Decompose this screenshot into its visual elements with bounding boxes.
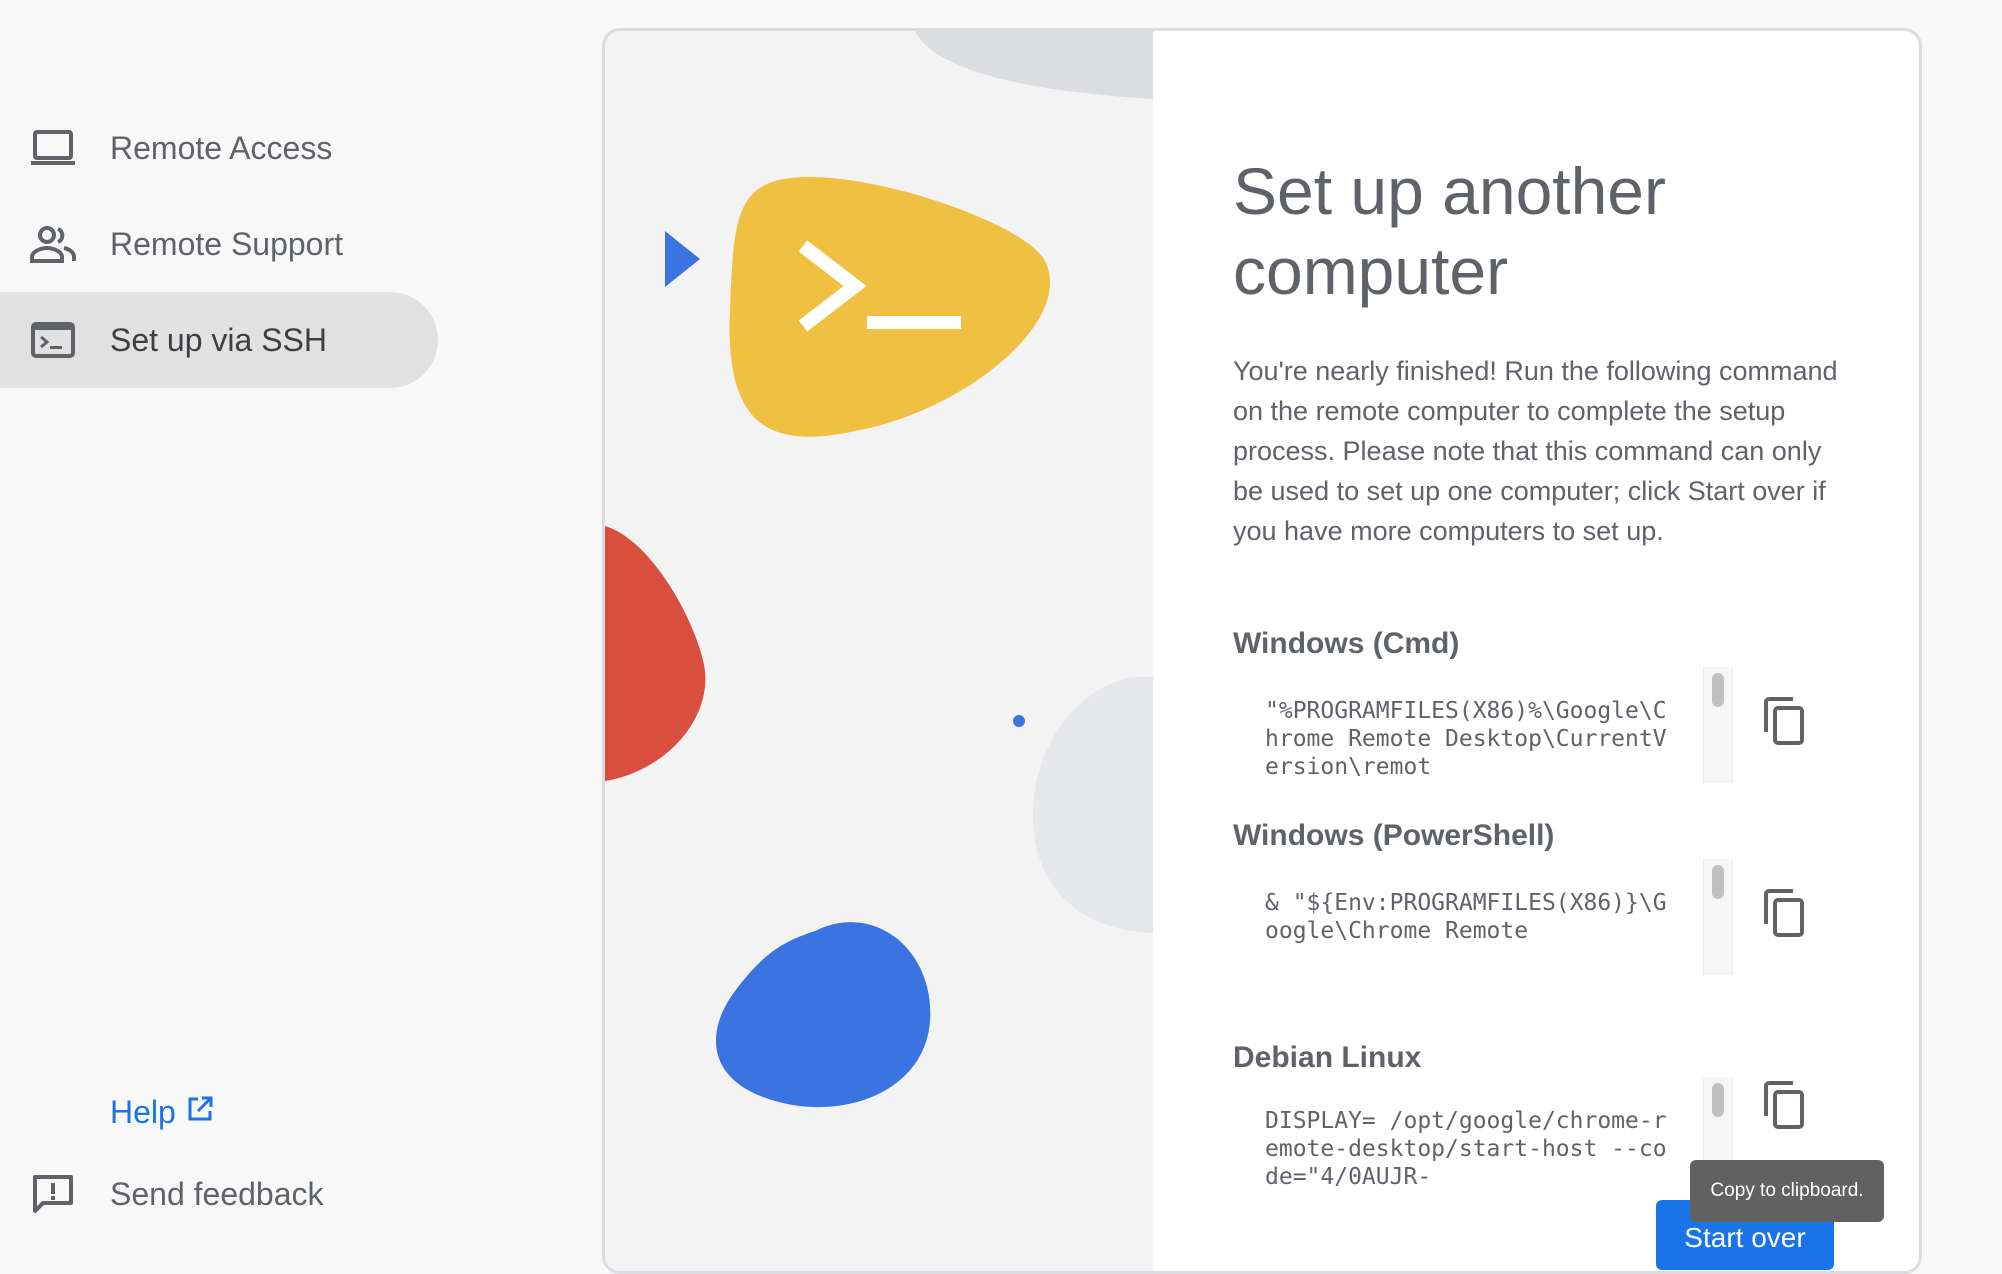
help-label: Help bbox=[110, 1094, 176, 1130]
copy-icon bbox=[1763, 888, 1807, 943]
terminal-icon bbox=[30, 317, 76, 363]
sidebar-item-label: Remote Support bbox=[110, 225, 344, 262]
setup-description: You're nearly finished! Run the followin… bbox=[1233, 356, 1838, 546]
command-box-windows-cmd[interactable]: "%PROGRAMFILES(X86)%\Google\Chrome Remot… bbox=[1233, 667, 1733, 783]
sidebar-item-remote-access[interactable]: Remote Access bbox=[0, 100, 438, 196]
command-text[interactable]: DISPLAY= /opt/google/chrome-remote-deskt… bbox=[1265, 1107, 1675, 1191]
copy-button[interactable] bbox=[1757, 887, 1813, 943]
copy-icon bbox=[1763, 696, 1807, 751]
scrollbar[interactable] bbox=[1703, 667, 1733, 783]
sidebar-item-label: Set up via SSH bbox=[110, 321, 327, 358]
help-link[interactable]: Help bbox=[110, 1094, 214, 1131]
sidebar: Remote Access Remote Support Set up via … bbox=[0, 0, 560, 1250]
setup-card: Set up another computer You're nearly fi… bbox=[602, 28, 1922, 1274]
scrollbar-thumb[interactable] bbox=[1712, 1083, 1724, 1117]
command-text[interactable]: "%PROGRAMFILES(X86)%\Google\Chrome Remot… bbox=[1265, 697, 1675, 781]
command-heading-windows-cmd: Windows (Cmd) bbox=[1233, 627, 1460, 660]
command-text[interactable]: & "${Env:PROGRAMFILES(X86)}\Google\Chrom… bbox=[1265, 889, 1675, 945]
command-box-windows-powershell[interactable]: & "${Env:PROGRAMFILES(X86)}\Google\Chrom… bbox=[1233, 859, 1733, 975]
feedback-icon bbox=[30, 1171, 76, 1217]
external-link-icon bbox=[186, 1094, 214, 1131]
setup-content: Set up another computer You're nearly fi… bbox=[1153, 31, 1919, 1271]
laptop-icon bbox=[30, 125, 76, 171]
send-feedback-label: Send feedback bbox=[110, 1175, 324, 1212]
copy-tooltip: Copy to clipboard. bbox=[1690, 1160, 1884, 1222]
sidebar-item-label: Remote Access bbox=[110, 129, 333, 166]
copy-icon bbox=[1763, 1080, 1807, 1135]
sidebar-item-remote-support[interactable]: Remote Support bbox=[0, 196, 438, 292]
scrollbar-thumb[interactable] bbox=[1712, 865, 1724, 899]
decorative-shapes bbox=[605, 31, 1153, 1108]
sidebar-item-setup-ssh[interactable]: Set up via SSH bbox=[0, 292, 438, 388]
command-box-debian-linux[interactable]: DISPLAY= /opt/google/chrome-remote-deskt… bbox=[1233, 1077, 1733, 1193]
command-heading-debian-linux: Debian Linux bbox=[1233, 1041, 1422, 1074]
copy-button[interactable] bbox=[1757, 1079, 1813, 1135]
scrollbar-thumb[interactable] bbox=[1712, 673, 1724, 707]
scrollbar[interactable] bbox=[1703, 859, 1733, 975]
command-heading-windows-powershell: Windows (PowerShell) bbox=[1233, 819, 1555, 852]
illustration bbox=[605, 31, 1153, 1271]
page-title: Set up another computer bbox=[1233, 154, 1666, 308]
copy-button[interactable] bbox=[1757, 695, 1813, 751]
send-feedback-button[interactable]: Send feedback bbox=[0, 1162, 438, 1226]
people-icon bbox=[30, 221, 76, 267]
